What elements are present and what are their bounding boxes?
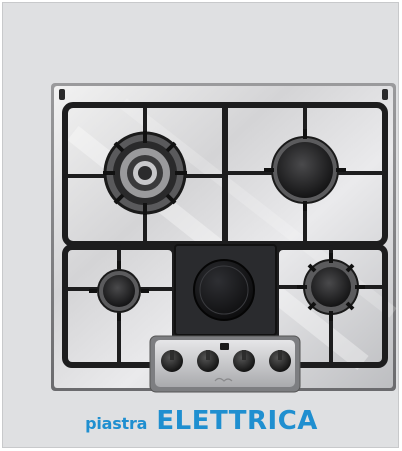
electric-hotplate: [174, 244, 277, 336]
product-card: piastra ELETTRICA: [2, 2, 399, 448]
caption-main: ELETTRICA: [156, 406, 318, 436]
product-caption: piastra ELETTRICA: [3, 406, 398, 436]
hob-product-image: [51, 83, 397, 393]
triple-crown-burner: [103, 131, 187, 215]
control-panel: [149, 335, 301, 393]
caption-prefix: piastra: [85, 414, 148, 433]
